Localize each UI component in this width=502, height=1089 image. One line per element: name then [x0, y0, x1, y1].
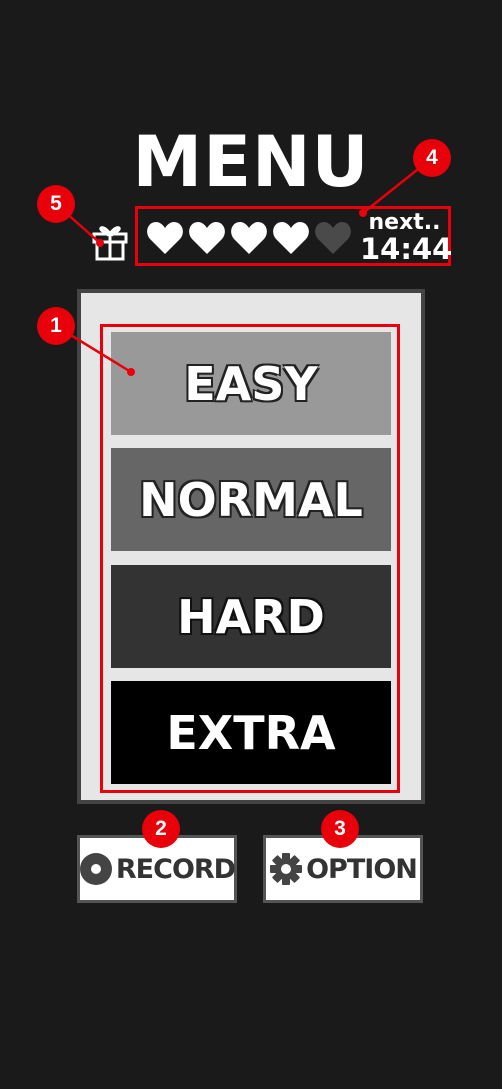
heart-empty-icon: [315, 222, 351, 254]
annotation-badge-5: 5: [37, 185, 75, 223]
heart-icon: [147, 222, 183, 254]
easy-button[interactable]: EASY: [111, 332, 391, 435]
annotation-badge-4: 4: [413, 139, 451, 177]
heart-icon: [231, 222, 267, 254]
disc-icon: [79, 853, 112, 885]
option-label: OPTION: [306, 853, 418, 885]
extra-button[interactable]: EXTRA: [111, 681, 391, 784]
annotation-badge-3: 3: [321, 810, 359, 848]
lives-hearts: [146, 220, 352, 258]
heart-icon: [273, 222, 309, 254]
annotation-badge-2: 2: [142, 810, 180, 848]
next-life-timer: 14:44: [360, 232, 453, 266]
annotation-badge-1: 1: [37, 307, 75, 345]
heart-icon: [189, 222, 225, 254]
record-label: RECORD: [115, 853, 236, 885]
normal-button[interactable]: NORMAL: [111, 448, 391, 551]
gear-icon: [270, 853, 303, 885]
hard-button[interactable]: HARD: [111, 565, 391, 668]
gift-icon[interactable]: [90, 218, 130, 262]
